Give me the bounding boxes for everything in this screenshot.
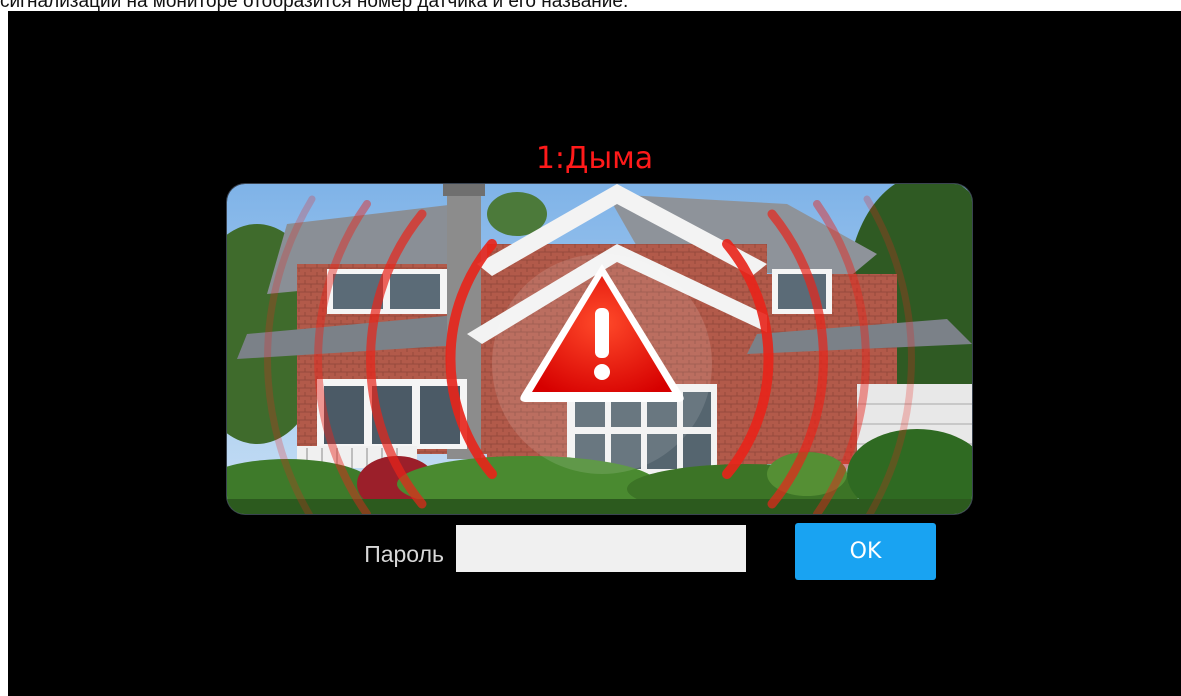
alarm-sensor-title: 1:Дыма — [535, 141, 654, 176]
warning-triangle-icon — [520, 264, 684, 402]
alarm-house-image — [227, 184, 972, 514]
monitor-screen: 1:Дыма Пароль OK — [8, 11, 1181, 696]
password-label: Пароль — [364, 541, 444, 567]
ok-button[interactable]: OK — [795, 523, 936, 580]
password-input[interactable] — [456, 525, 746, 572]
